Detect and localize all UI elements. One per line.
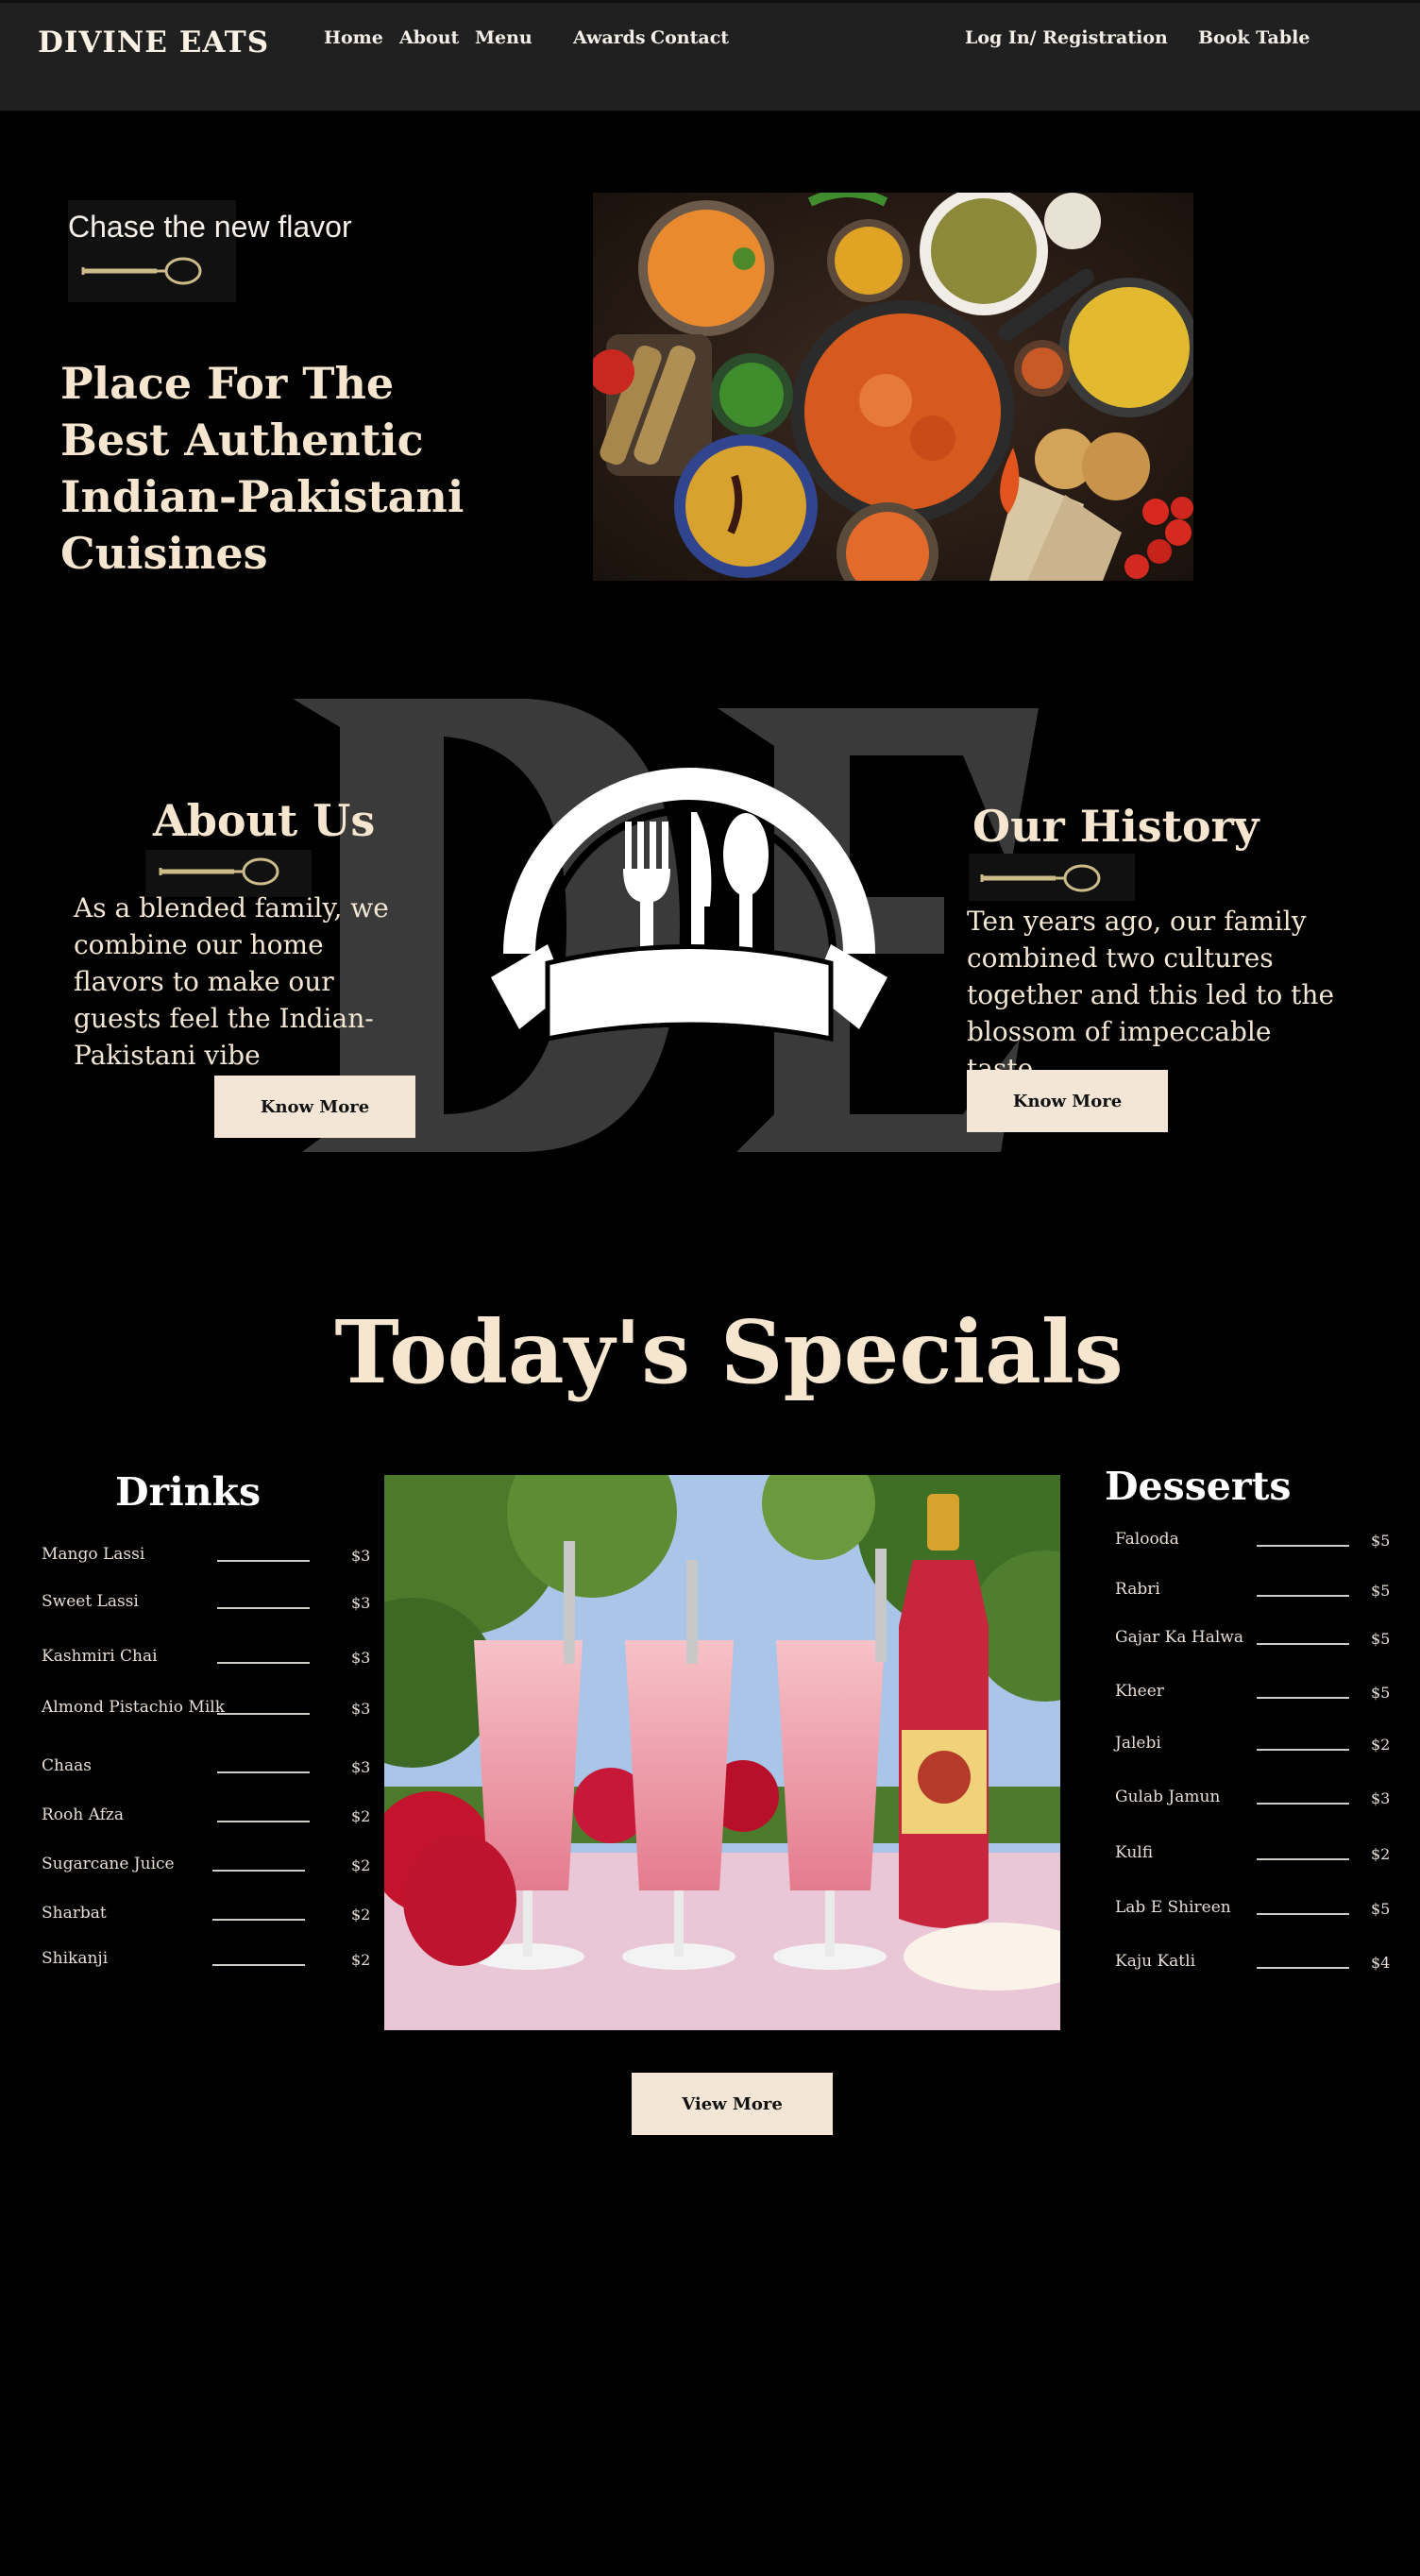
drink-item-name: Sweet Lassi [42,1592,139,1611]
drink-item-name: Kashmiri Chai [42,1647,158,1666]
drink-item-price: $2 [351,1856,371,1874]
spoon-icon [159,857,279,886]
brand-logo[interactable]: DIVINE EATS [38,25,269,59]
dessert-item-price: $2 [1371,1736,1391,1754]
drink-item-price: $3 [351,1594,371,1612]
hero-tagline: Chase the new flavor [68,210,352,244]
dessert-item-name: Rabri [1115,1580,1160,1599]
dessert-item: Falooda $5 [1115,1530,1399,1558]
price-leader-line [1257,1967,1349,1969]
dessert-item-price: $5 [1371,1684,1391,1702]
price-leader-line [1257,1643,1349,1645]
drink-item: Shikanji $2 [42,1949,380,1977]
drinks-image [384,1475,1060,2030]
dessert-item-name: Kheer [1115,1682,1164,1701]
price-leader-line [1257,1595,1349,1597]
dessert-item-price: $5 [1371,1582,1391,1600]
dessert-item: Kaju Katli $4 [1115,1952,1399,1980]
price-leader-line [217,1771,310,1773]
dessert-item-name: Jalebi [1115,1734,1161,1753]
about-heading: About Us [153,795,376,846]
nav-menu[interactable]: Menu [475,27,532,48]
drink-item-price: $2 [351,1906,371,1924]
price-leader-line [217,1662,310,1664]
drink-item: Rooh Afza $2 [42,1805,380,1834]
history-know-more-button[interactable]: Know More [967,1070,1168,1132]
drink-item-name: Shikanji [42,1949,109,1968]
drink-item: Sweet Lassi $3 [42,1592,380,1620]
drink-item: Mango Lassi $3 [42,1545,380,1573]
history-text: Ten years ago, our family combined two c… [967,906,1335,1084]
dessert-item: Rabri $5 [1115,1580,1399,1608]
drink-item-name: Sharbat [42,1904,107,1923]
nav-book-table[interactable]: Book Table [1198,27,1310,48]
drinks-heading: Drinks [115,1469,262,1515]
drink-item: Almond Pistachio Milk $3 [42,1698,380,1726]
navbar: DIVINE EATS Home About Menu Awards Conta… [0,0,1420,110]
drink-item: Sugarcane Juice $2 [42,1855,380,1883]
dessert-item: Kheer $5 [1115,1682,1399,1710]
dessert-item-name: Gulab Jamun [1115,1788,1221,1806]
price-leader-line [1257,1545,1349,1547]
dessert-item: Lab E Shireen $5 [1115,1898,1399,1926]
dessert-item-name: Gajar Ka Halwa [1115,1628,1243,1647]
spoon-icon [980,864,1101,892]
restaurant-logo-icon [491,768,888,1042]
hero-food-image [593,193,1193,581]
dessert-item-price: $3 [1371,1789,1391,1807]
drink-item-price: $3 [351,1547,371,1565]
dessert-item-price: $5 [1371,1630,1391,1648]
price-leader-line [1257,1913,1349,1915]
hero-title: Place For The Best Authentic Indian-Paki… [60,358,465,579]
nav-about[interactable]: About [399,27,459,48]
drink-item-name: Sugarcane Juice [42,1855,175,1873]
price-leader-line [217,1713,310,1715]
dessert-item-name: Kulfi [1115,1843,1154,1862]
drink-item-name: Mango Lassi [42,1545,145,1564]
price-leader-line [1257,1697,1349,1699]
price-leader-line [212,1919,305,1921]
nav-home[interactable]: Home [324,27,383,48]
price-leader-line [1257,1858,1349,1860]
drink-item-name: Chaas [42,1756,92,1775]
desserts-heading: Desserts [1105,1464,1292,1509]
drink-item-price: $3 [351,1649,371,1667]
dessert-item-price: $2 [1371,1845,1391,1863]
dessert-item-price: $4 [1371,1954,1391,1972]
drink-item-price: $3 [351,1700,371,1718]
price-leader-line [1257,1749,1349,1751]
about-text: As a blended family, we combine our home… [74,892,389,1071]
dessert-item: Gulab Jamun $3 [1115,1788,1399,1816]
price-leader-line [217,1821,310,1822]
spoon-icon [81,257,202,285]
history-heading: Our History [972,801,1259,852]
dessert-item: Gajar Ka Halwa $5 [1115,1628,1399,1656]
drink-item: Chaas $3 [42,1756,380,1785]
price-leader-line [212,1870,305,1872]
nav-awards[interactable]: Awards [573,27,646,48]
view-more-button[interactable]: View More [632,2073,833,2135]
drink-item-price: $2 [351,1807,371,1825]
nav-contact[interactable]: Contact [651,27,729,48]
drink-item-price: $2 [351,1951,371,1969]
dessert-item-name: Lab E Shireen [1115,1898,1231,1917]
dessert-item-price: $5 [1371,1532,1391,1550]
price-leader-line [1257,1803,1349,1805]
dessert-item: Kulfi $2 [1115,1843,1399,1872]
price-leader-line [217,1560,310,1562]
price-leader-line [217,1607,310,1609]
dessert-item-price: $5 [1371,1900,1391,1918]
dessert-item-name: Kaju Katli [1115,1952,1195,1971]
drink-item-name: Rooh Afza [42,1805,124,1824]
dessert-item-name: Falooda [1115,1530,1179,1549]
drink-item: Kashmiri Chai $3 [42,1647,380,1675]
price-leader-line [212,1964,305,1966]
nav-login[interactable]: Log In/ Registration [965,27,1168,48]
drink-item-name: Almond Pistachio Milk [42,1698,225,1717]
drink-item: Sharbat $2 [42,1904,380,1932]
specials-title: Today's Specials [334,1301,1124,1403]
dessert-item: Jalebi $2 [1115,1734,1399,1762]
drink-item-price: $3 [351,1758,371,1776]
about-know-more-button[interactable]: Know More [214,1076,415,1138]
